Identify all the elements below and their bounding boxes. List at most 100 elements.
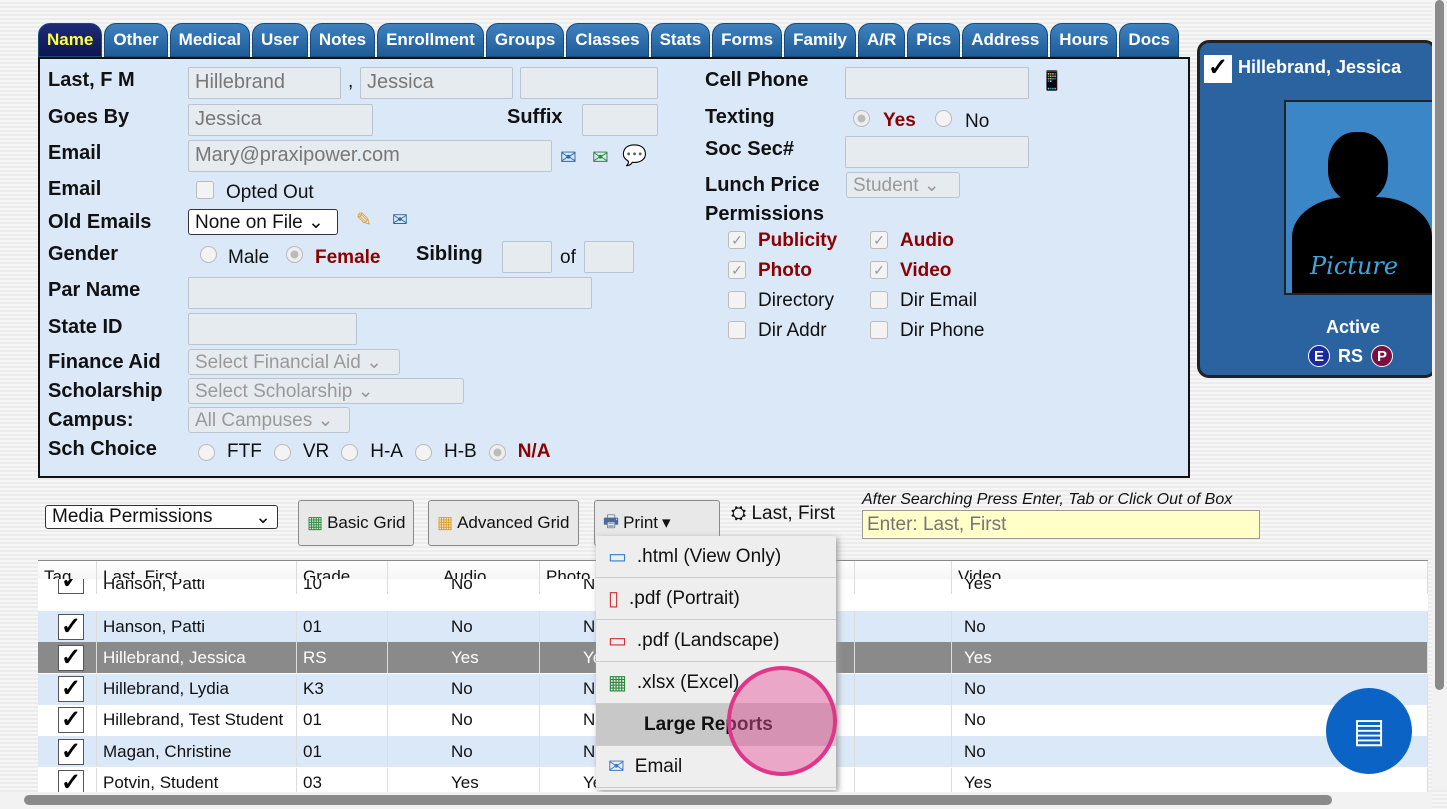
sibling-of-input[interactable] — [584, 241, 634, 273]
middle-initial-input[interactable] — [520, 67, 658, 99]
envelope-icon[interactable]: ✉ — [392, 209, 408, 232]
tag-checkbox[interactable]: ✓ — [58, 738, 84, 765]
print-menu-item[interactable]: ▭ .pdf (Landscape) — [596, 620, 836, 662]
label: FTF — [227, 441, 262, 462]
cell-phone-input[interactable] — [845, 67, 1029, 99]
sibling-input[interactable] — [502, 241, 552, 273]
tag-checkbox[interactable]: ✓ — [58, 613, 84, 640]
tag-cell: ✓ — [38, 579, 97, 594]
tab-address[interactable]: Address — [962, 23, 1049, 57]
permission-checkbox[interactable]: ✓ — [728, 261, 746, 279]
tag-checkbox[interactable]: ✓ — [58, 579, 84, 594]
report-select[interactable]: Media Permissions ⌄ — [45, 505, 278, 529]
sch-choice-radio[interactable] — [198, 443, 215, 461]
permission-checkbox[interactable]: ✓ — [870, 231, 888, 249]
tab-forms[interactable]: Forms — [712, 23, 783, 57]
grid-add-icon: ▦ — [307, 513, 324, 532]
label: Par Name — [48, 279, 141, 301]
value: Select Scholarship — [195, 381, 353, 402]
permission-checkbox[interactable]: ✓ — [870, 261, 888, 279]
advanced-grid-button[interactable]: ▦ Advanced Grid — [428, 500, 579, 546]
tab-docs[interactable]: Docs — [1119, 23, 1179, 57]
tab-groups[interactable]: Groups — [485, 23, 565, 57]
email-input[interactable]: Mary@praxipower.com — [188, 140, 552, 172]
text-message-icon[interactable]: 💬 — [622, 143, 647, 168]
permission-checkbox[interactable] — [728, 291, 746, 309]
edit-icon[interactable]: ✎ — [356, 209, 372, 232]
tab-notes[interactable]: Notes — [309, 23, 376, 57]
ssn-input[interactable] — [845, 136, 1029, 168]
female-radio[interactable] — [286, 246, 303, 263]
tab-classes[interactable]: Classes — [566, 23, 649, 57]
sch-choice-radio[interactable] — [414, 443, 432, 461]
sch-choice-radio[interactable] — [273, 443, 291, 461]
label: Opted Out — [226, 182, 314, 203]
print-menu-item[interactable]: ▭ .html (View Only) — [596, 536, 836, 578]
vertical-scrollbar[interactable] — [1432, 0, 1447, 790]
tab-stats[interactable]: Stats — [650, 23, 711, 57]
table-cell: No — [388, 673, 540, 705]
label: Yes — [883, 110, 916, 131]
basic-grid-button[interactable]: ▦ Basic Grid — [298, 500, 415, 546]
tag-checkbox[interactable]: ✓ — [58, 676, 84, 703]
tab-family[interactable]: Family — [784, 23, 856, 57]
label: State ID — [48, 316, 123, 338]
texting-no-radio[interactable] — [935, 110, 952, 127]
label: N/A — [517, 441, 551, 462]
scroll-thumb[interactable] — [1435, 0, 1444, 690]
label: Advanced Grid — [457, 513, 570, 532]
student-photo: Picture — [1284, 100, 1434, 295]
table-cell — [855, 579, 952, 594]
sch-choice-radio[interactable] — [488, 443, 506, 461]
texting-yes-radio[interactable] — [853, 110, 870, 127]
goes-by-input[interactable]: Jessica — [188, 104, 373, 136]
send-email-icon[interactable]: ✉ — [592, 145, 609, 170]
male-radio[interactable] — [200, 246, 217, 263]
label: H-A — [370, 441, 403, 462]
comma: , — [348, 71, 354, 92]
silhouette-head — [1328, 132, 1388, 202]
permission-checkbox[interactable] — [870, 291, 888, 309]
e-badge[interactable]: E — [1308, 345, 1330, 367]
tab-ar[interactable]: A/R — [858, 23, 906, 57]
table-cell: Hillebrand, Test Student — [97, 704, 297, 736]
tag-checkbox[interactable]: ✓ — [58, 644, 84, 671]
tab-other[interactable]: Other — [104, 23, 168, 57]
status: Active — [1326, 317, 1381, 337]
opted-out-checkbox[interactable] — [196, 181, 214, 199]
tab-name[interactable]: Name — [38, 23, 103, 57]
sch-choice-radio[interactable] — [341, 443, 359, 461]
tab-hours[interactable]: Hours — [1050, 23, 1118, 57]
permission-checkbox[interactable]: ✓ — [728, 231, 746, 249]
last-name-input[interactable]: Hillebrand — [188, 67, 341, 99]
tag-cell: ✓ — [38, 736, 97, 768]
lunch-price-select[interactable]: Student ⌄ — [846, 172, 960, 198]
scholarship-select[interactable]: Select Scholarship ⌄ — [188, 378, 464, 404]
permission-checkbox[interactable] — [870, 321, 888, 339]
scroll-thumb[interactable] — [24, 795, 1332, 805]
print-menu-item[interactable]: ▯ .pdf (Portrait) — [596, 578, 836, 620]
permission-checkbox[interactable] — [728, 321, 746, 339]
tag-checkbox[interactable]: ✓ — [58, 707, 84, 734]
label: Female — [315, 247, 381, 268]
financial-aid-select[interactable]: Select Financial Aid ⌄ — [188, 349, 400, 375]
search-input[interactable] — [862, 510, 1260, 539]
p-badge[interactable]: P — [1371, 345, 1394, 367]
state-id-input[interactable] — [188, 313, 357, 345]
label: Last, First — [751, 503, 835, 524]
tab-enrollment[interactable]: Enrollment — [377, 23, 484, 57]
parent-name-input[interactable] — [188, 277, 592, 309]
envelope-open-icon[interactable]: ✉ — [560, 145, 577, 170]
tab-pics[interactable]: Pics — [907, 23, 961, 57]
suffix-input[interactable] — [582, 104, 658, 136]
label: Last, F M — [48, 69, 135, 91]
old-emails-select[interactable]: None on File ⌄ — [188, 209, 338, 235]
first-name-input[interactable]: Jessica — [360, 67, 513, 99]
chat-button[interactable]: ▤ — [1326, 688, 1412, 774]
student-tag-checkbox[interactable]: ✓ — [1204, 55, 1232, 83]
campus-select[interactable]: All Campuses ⌄ — [188, 407, 350, 433]
tab-medical[interactable]: Medical — [169, 23, 251, 57]
horizontal-scrollbar[interactable] — [0, 792, 1432, 809]
tab-user[interactable]: User — [252, 23, 308, 57]
tag-checkbox[interactable]: ✓ — [58, 770, 84, 792]
